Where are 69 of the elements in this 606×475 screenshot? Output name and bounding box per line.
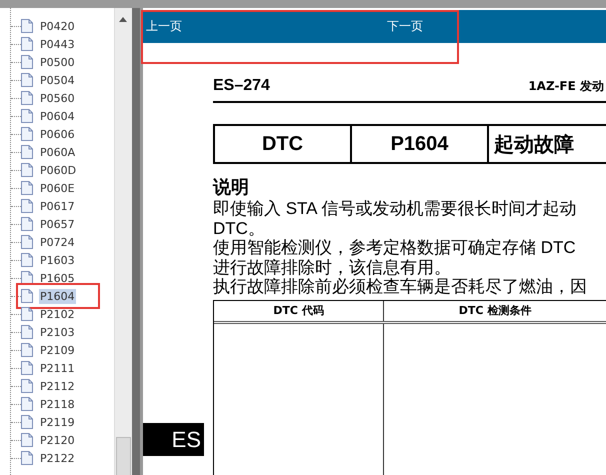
page-icon — [21, 181, 33, 195]
tree-item[interactable]: P2103 — [39, 324, 76, 340]
tree-item[interactable]: P1603 — [39, 252, 76, 268]
page-icon — [21, 451, 33, 465]
tree-item[interactable]: P2112 — [39, 378, 76, 394]
tree-item[interactable]: P0617 — [39, 198, 76, 214]
paragraph-line: 进行故障排除时，该信息有用。 — [213, 258, 452, 277]
tree-item[interactable]: P0724 — [39, 234, 76, 250]
scrollbar[interactable] — [114, 8, 132, 475]
page-icon — [21, 73, 33, 87]
page-icon — [21, 361, 33, 375]
page-icon — [21, 109, 33, 123]
page-icon — [21, 217, 33, 231]
scroll-thumb[interactable] — [116, 437, 131, 475]
splitter[interactable] — [132, 8, 140, 475]
page-icon — [21, 271, 33, 285]
tree-item[interactable]: P2120 — [39, 432, 76, 448]
tree-item[interactable]: P2111 — [39, 360, 76, 376]
header-title: 1AZ-FE 发动 — [528, 78, 604, 95]
paragraph-line: 执行故障排除前必须检查车辆是否耗尽了燃油，因 — [213, 277, 588, 296]
page-icon — [21, 415, 33, 429]
page-icon — [21, 163, 33, 177]
tree-item[interactable]: P0560 — [39, 90, 76, 106]
scroll-up-icon[interactable] — [119, 17, 128, 22]
tree-item[interactable]: P0606 — [39, 126, 76, 142]
page-icon — [21, 199, 33, 213]
column-header: DTC 检测条件 — [458, 303, 532, 319]
tree-item[interactable]: P0604 — [39, 108, 76, 124]
tree-item[interactable]: P060D — [39, 162, 78, 178]
column-header: DTC 代码 — [214, 300, 384, 320]
page-icon — [21, 19, 33, 33]
tree-item[interactable]: P2122 — [39, 450, 76, 466]
section-title: 说明 — [213, 177, 250, 199]
tree-item[interactable]: P2119 — [39, 414, 76, 430]
tree-item[interactable]: P060E — [39, 180, 76, 196]
page-icon — [21, 289, 33, 303]
tree-item[interactable]: P2118 — [39, 396, 76, 412]
tree-item[interactable]: P1605 — [39, 270, 76, 286]
page-icon — [21, 325, 33, 339]
page-icon — [21, 253, 33, 267]
tree-item[interactable]: P1604 — [39, 288, 76, 304]
table-cell-text: 起动故障 — [492, 132, 575, 158]
page-icon — [21, 145, 33, 159]
page-number: ES–274 — [213, 77, 270, 95]
previous-page-link[interactable]: 上一页 — [146, 18, 182, 35]
tree-item[interactable]: P2102 — [39, 306, 76, 322]
tree-item[interactable]: P0500 — [39, 54, 76, 70]
table-cell: DTC — [215, 126, 352, 162]
page-icon — [21, 343, 33, 357]
page-icon — [21, 307, 33, 321]
tree-item[interactable]: P0504 — [39, 72, 76, 88]
page-icon — [21, 397, 33, 411]
page-icon — [21, 433, 33, 447]
paragraph-line: 使用智能检测仪，参考定格数据可确定存储 DTC — [213, 238, 577, 258]
tree-item[interactable]: P2109 — [39, 342, 76, 358]
page-icon — [21, 379, 33, 393]
next-page-link[interactable]: 下一页 — [387, 18, 423, 35]
tree-item[interactable]: P060A — [39, 144, 76, 160]
table-cell: P1604 — [352, 126, 489, 162]
page-icon — [21, 37, 33, 51]
page-icon — [21, 91, 33, 105]
page-icon — [21, 127, 33, 141]
tree-item[interactable]: P0657 — [39, 216, 76, 232]
tree-item[interactable]: P0443 — [39, 36, 76, 52]
tree-item[interactable]: P0420 — [39, 18, 76, 34]
page-icon — [21, 55, 33, 69]
paragraph-line: DTC。 — [213, 218, 266, 238]
paragraph-line: 即使输入 STA 信号或发动机需要很长时间才起动 — [213, 199, 578, 218]
page-icon — [21, 235, 33, 249]
